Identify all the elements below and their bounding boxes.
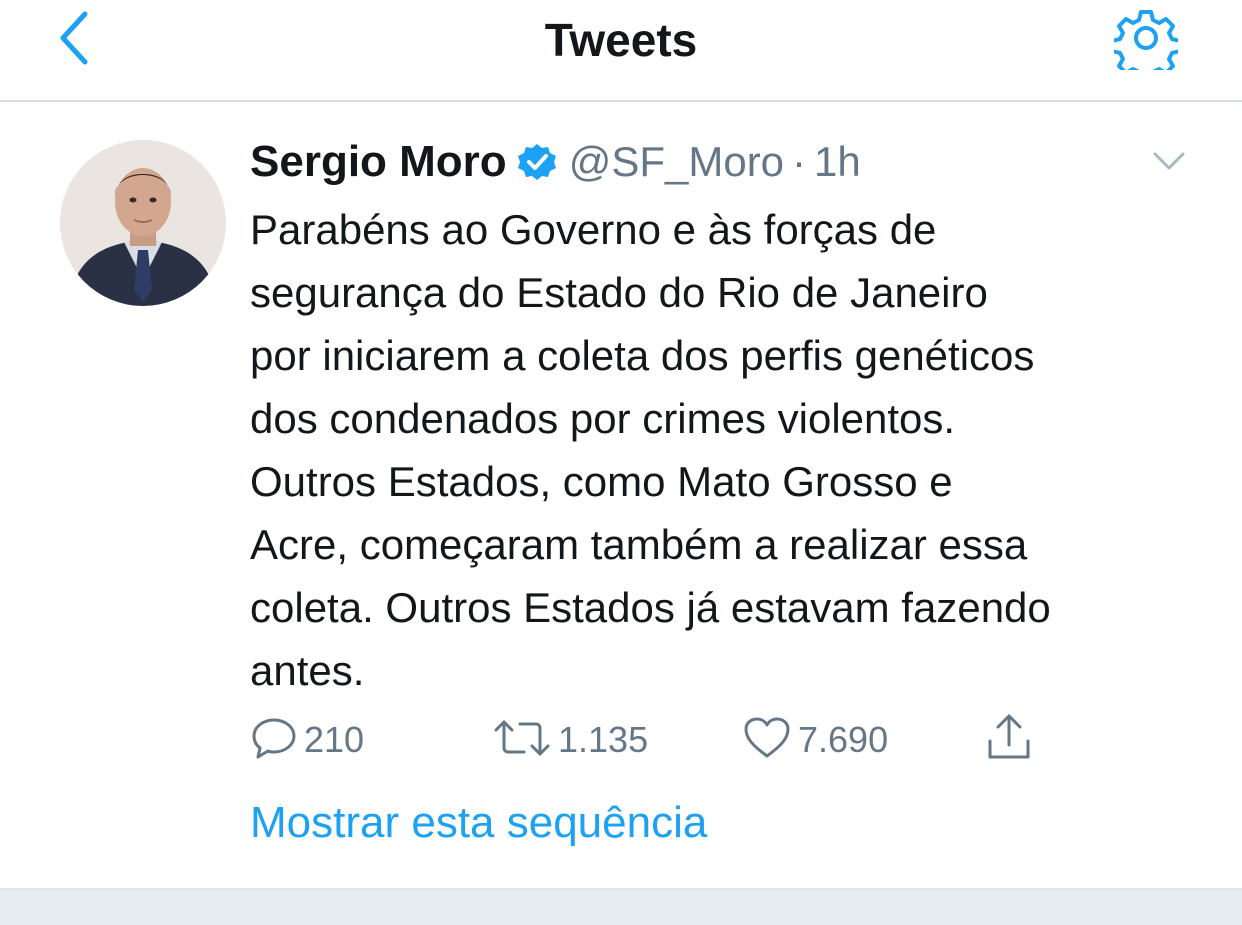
top-navigation-bar: Tweets bbox=[0, 0, 1242, 102]
tweet-header: Sergio Moro @SF_Moro · 1h bbox=[250, 134, 861, 190]
show-thread-link[interactable]: Mostrar esta sequência bbox=[250, 798, 707, 848]
profile-photo bbox=[60, 140, 226, 306]
retweet-count: 1.135 bbox=[558, 719, 649, 760]
user-handle[interactable]: @SF_Moro bbox=[569, 138, 784, 186]
like-button[interactable]: 7.690 bbox=[742, 712, 888, 768]
settings-button[interactable] bbox=[1108, 2, 1184, 82]
reply-icon bbox=[250, 714, 298, 767]
reply-count: 210 bbox=[304, 719, 365, 760]
chevron-down-icon bbox=[1152, 151, 1186, 176]
tweet-text-line: antes. bbox=[250, 647, 365, 694]
tweet-text-line: por iniciarem a coleta dos perfis genéti… bbox=[250, 332, 1035, 379]
share-icon bbox=[984, 713, 1034, 768]
tweet-text-line: Parabéns ao Governo e às forças de bbox=[250, 206, 937, 253]
tweet-card[interactable]: Sergio Moro @SF_Moro · 1h Parabéns ao Go… bbox=[0, 104, 1242, 890]
tweet-text: Parabéns ao Governo e às forças de segur… bbox=[250, 198, 1210, 702]
tweet-text-line: dos condenados por crimes violentos. bbox=[250, 395, 956, 442]
reply-button[interactable]: 210 bbox=[250, 712, 364, 768]
display-name[interactable]: Sergio Moro bbox=[250, 137, 507, 187]
heart-icon bbox=[742, 714, 792, 767]
gear-icon bbox=[1110, 6, 1182, 82]
tweet-text-line: Acre, começaram também a realizar essa bbox=[250, 521, 1028, 568]
timeline-divider bbox=[0, 888, 1242, 925]
tweet-actions-bar: 210 1.135 7.690 bbox=[250, 712, 1050, 768]
share-button[interactable] bbox=[984, 712, 1034, 768]
verified-badge-icon bbox=[517, 142, 557, 182]
avatar[interactable] bbox=[60, 140, 226, 306]
retweet-button[interactable]: 1.135 bbox=[492, 712, 648, 768]
tweet-options-button[interactable] bbox=[1146, 140, 1192, 186]
separator-dot: · bbox=[792, 138, 807, 185]
tweet-timestamp[interactable]: 1h bbox=[814, 138, 861, 186]
retweet-icon bbox=[492, 714, 552, 767]
tweet-text-line: segurança do Estado do Rio de Janeiro bbox=[250, 269, 988, 316]
page-title: Tweets bbox=[544, 14, 698, 66]
like-count: 7.690 bbox=[798, 719, 889, 760]
tweet-text-line: Outros Estados, como Mato Grosso e bbox=[250, 458, 953, 505]
tweet-text-line: coleta. Outros Estados já estavam fazend… bbox=[250, 584, 1051, 631]
